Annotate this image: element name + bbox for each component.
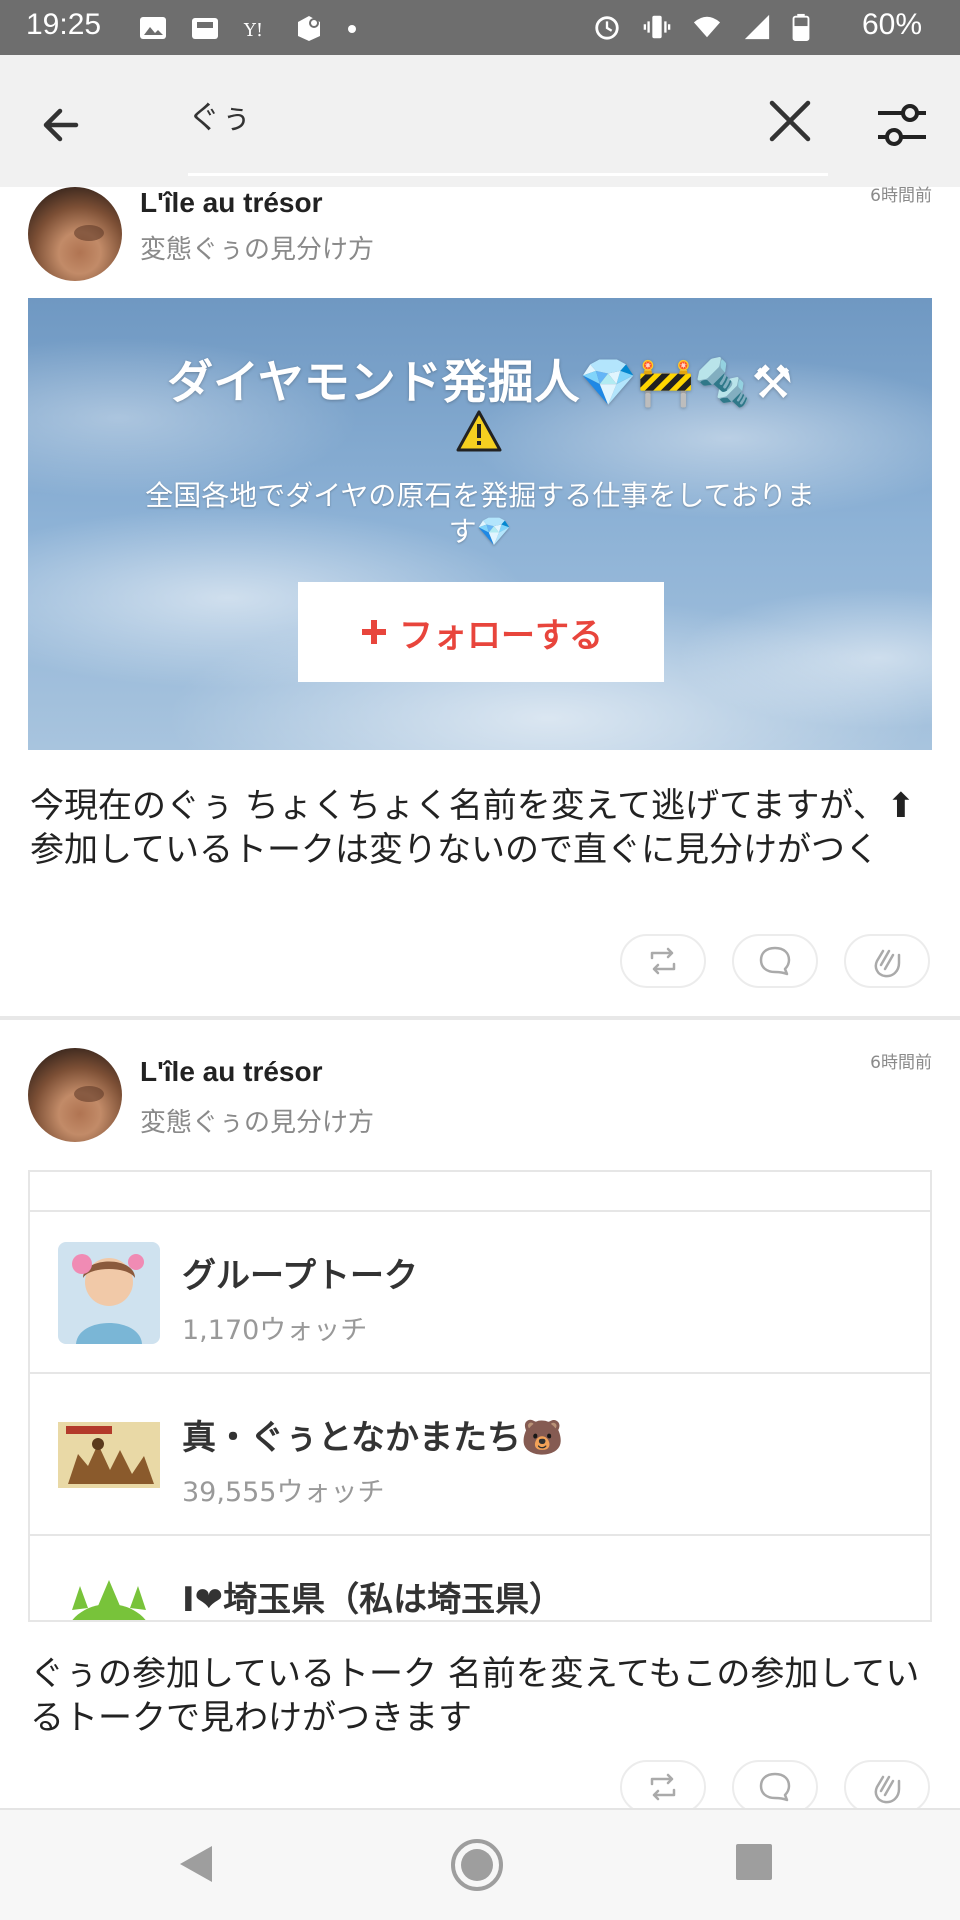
talk-thumbnail [58, 1566, 160, 1620]
follow-button[interactable]: フォローする [298, 582, 664, 682]
plus-icon [362, 620, 386, 644]
author-avatar[interactable] [28, 187, 122, 281]
talk-thumbnail [58, 1242, 160, 1344]
battery-icon [792, 13, 810, 41]
profile-banner: ダイヤモンド発掘人💎🚧🔩⚒ 全国各地でダイヤの原石を発掘する仕事をしております💎… [28, 298, 932, 750]
yahoo-icon: Y! [243, 20, 263, 41]
talk-row[interactable]: グループトーク 1,170ウォッチ [30, 1212, 930, 1374]
system-nav-bar [0, 1808, 960, 1920]
vibrate-icon [643, 15, 671, 39]
clap-icon [874, 1775, 901, 1804]
filter-sliders-icon [878, 104, 926, 146]
post-time: 6時間前 [870, 186, 932, 206]
post-text: ぐぅの参加しているトーク 名前を変えてもこの参加しているトークで見わけがつきます [30, 1654, 920, 1738]
search-header [0, 55, 960, 187]
talk-title: I❤埼玉県（私は埼玉県） [182, 1580, 564, 1620]
clear-search-button[interactable] [760, 91, 820, 151]
home-circle-icon[interactable] [450, 1838, 504, 1892]
talk-thumbnail [58, 1404, 160, 1506]
warning-icon [456, 410, 502, 452]
comment-icon [759, 946, 791, 976]
search-input[interactable] [188, 85, 748, 145]
status-time: 19:25 [26, 8, 102, 41]
system-icons [592, 10, 810, 44]
repost-icon [650, 947, 676, 975]
battery-percentage: 60% [861, 8, 922, 41]
talk-title: 真・ぐぅとなかまたち🐻 [182, 1418, 564, 1458]
talk-row[interactable]: 真・ぐぅとなかまたち🐻 39,555ウォッチ [30, 1374, 930, 1536]
arrow-left-icon [43, 108, 79, 142]
clap-button[interactable] [844, 1760, 930, 1814]
talk-watch-count: 1,170ウォッチ [182, 1315, 368, 1346]
post-time: 6時間前 [870, 1053, 932, 1073]
post-author[interactable]: L'île au trésor [140, 187, 323, 219]
talk-watch-count: 39,555ウォッチ [182, 1477, 385, 1508]
comment-icon [759, 1772, 791, 1802]
notification-icons: Y! [138, 12, 358, 44]
clap-button[interactable] [844, 934, 930, 988]
svg-text:Y!: Y! [243, 20, 263, 41]
post-subtitle: 変態ぐぅの見分け方 [140, 1108, 375, 1138]
dot-icon [348, 25, 356, 33]
repost-button[interactable] [620, 1760, 706, 1814]
search-underline [188, 173, 828, 176]
talk-title: グループトーク [182, 1256, 418, 1296]
talk-list[interactable]: グループトーク 1,170ウォッチ 真・ぐぅとなかまたち🐻 39,555ウォッチ [28, 1170, 932, 1622]
filter-button[interactable] [872, 95, 932, 155]
messenger-icon [298, 16, 320, 41]
author-avatar[interactable] [28, 1048, 122, 1142]
post-text: 今現在のぐぅ ちょくちょく名前を変えて逃げてますが、⬆参加しているトークは変りな… [30, 786, 916, 870]
alarm-icon [595, 16, 619, 40]
back-triangle-icon[interactable] [176, 1842, 216, 1886]
status-bar: 19:25 Y! 60% [0, 0, 960, 55]
post-card[interactable]: L'île au trésor 変態ぐぅの見分け方 6時間前 ダイヤモンド発掘人… [0, 186, 960, 1016]
inbox-icon [192, 18, 218, 39]
close-icon [769, 100, 811, 142]
banner-title: ダイヤモンド発掘人💎🚧🔩⚒ [167, 355, 793, 409]
repost-icon [650, 1773, 676, 1801]
recents-square-icon[interactable] [734, 1842, 774, 1882]
follow-label: フォローする [399, 615, 603, 656]
image-icon [140, 17, 166, 39]
talk-list-peek [30, 1172, 930, 1212]
back-button[interactable] [36, 95, 96, 155]
talk-row[interactable]: I❤埼玉県（私は埼玉県） [30, 1536, 930, 1620]
banner-description: 全国各地でダイヤの原石を発掘する仕事をしております💎 [145, 479, 815, 548]
repost-button[interactable] [620, 934, 706, 988]
wifi-icon [693, 16, 721, 38]
clap-icon [874, 949, 901, 978]
post-subtitle: 変態ぐぅの見分け方 [140, 235, 375, 265]
signal-icon [744, 14, 770, 40]
post-author[interactable]: L'île au trésor [140, 1056, 323, 1088]
comment-button[interactable] [732, 934, 818, 988]
comment-button[interactable] [732, 1760, 818, 1814]
